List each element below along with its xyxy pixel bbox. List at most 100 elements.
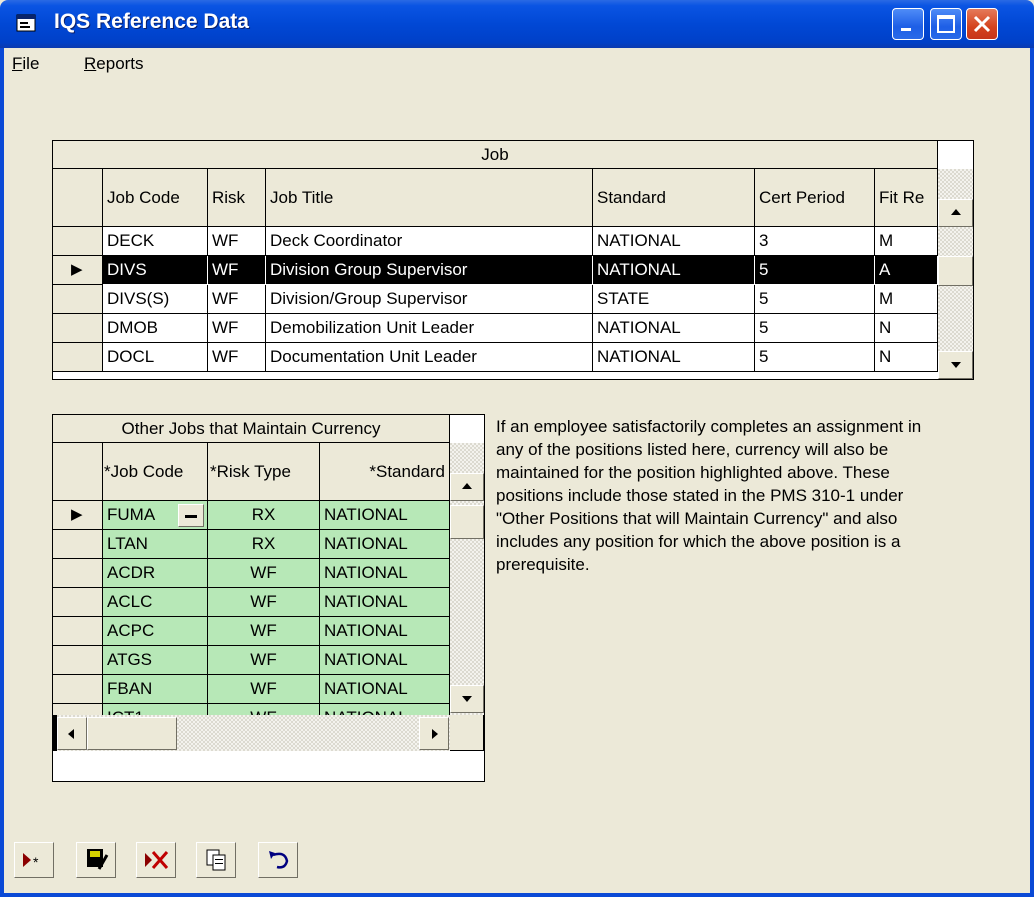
row-selector[interactable] bbox=[53, 530, 103, 559]
save-edit-button[interactable] bbox=[76, 842, 116, 878]
table-cell[interactable]: WF bbox=[208, 285, 266, 314]
column-header[interactable]: Job Title bbox=[266, 169, 593, 227]
maximize-button[interactable] bbox=[930, 8, 962, 40]
column-header[interactable]: Job Code bbox=[103, 169, 208, 227]
row-selector[interactable] bbox=[53, 675, 103, 704]
table-cell[interactable]: WF bbox=[208, 314, 266, 343]
table-cell[interactable]: ATGS bbox=[103, 646, 208, 675]
table-cell[interactable]: M bbox=[875, 285, 938, 314]
table-cell[interactable]: Deck Coordinator bbox=[266, 227, 593, 256]
table-cell[interactable]: N bbox=[875, 343, 938, 372]
menu-file[interactable]: File bbox=[12, 54, 39, 74]
table-cell[interactable]: NATIONAL bbox=[593, 343, 755, 372]
table-cell[interactable]: NATIONAL bbox=[320, 617, 450, 646]
table-cell[interactable]: WF bbox=[208, 227, 266, 256]
table-cell[interactable]: WF bbox=[208, 256, 266, 285]
table-cell[interactable]: WF bbox=[208, 675, 320, 704]
column-header[interactable]: Fit Re bbox=[875, 169, 938, 227]
other-jobs-grid[interactable]: Other Jobs that Maintain Currency *Job Co… bbox=[52, 414, 485, 782]
table-cell[interactable]: 5 bbox=[755, 256, 875, 285]
table-cell[interactable]: 5 bbox=[755, 343, 875, 372]
table-cell[interactable]: LTAN bbox=[103, 530, 208, 559]
table-cell[interactable]: NATIONAL bbox=[593, 227, 755, 256]
column-header[interactable]: Standard bbox=[593, 169, 755, 227]
table-cell[interactable]: NATIONAL bbox=[593, 314, 755, 343]
table-cell[interactable]: 5 bbox=[755, 314, 875, 343]
scroll-down-button[interactable] bbox=[450, 685, 484, 713]
window-title: IQS Reference Data bbox=[54, 10, 249, 33]
table-cell[interactable]: RX bbox=[208, 530, 320, 559]
table-cell[interactable]: ACDR bbox=[103, 559, 208, 588]
column-header[interactable]: Cert Period bbox=[755, 169, 875, 227]
arrow-down-icon bbox=[950, 362, 961, 368]
column-header[interactable]: *Standard bbox=[320, 443, 450, 501]
delete-record-button[interactable] bbox=[136, 842, 176, 878]
hscroll-thumb[interactable] bbox=[87, 717, 177, 750]
undo-button[interactable] bbox=[258, 842, 298, 878]
menu-reports-label: eports bbox=[96, 54, 144, 73]
row-selector[interactable]: ▶ bbox=[53, 501, 103, 530]
table-cell[interactable]: Documentation Unit Leader bbox=[266, 343, 593, 372]
table-cell[interactable]: WF bbox=[208, 617, 320, 646]
table-cell[interactable]: NATIONAL bbox=[320, 559, 450, 588]
copy-button[interactable] bbox=[196, 842, 236, 878]
save-edit-icon bbox=[87, 849, 109, 870]
table-cell[interactable]: NATIONAL bbox=[320, 530, 450, 559]
table-cell[interactable]: WF bbox=[208, 588, 320, 617]
table-cell[interactable]: DMOB bbox=[103, 314, 208, 343]
table-cell[interactable]: STATE bbox=[593, 285, 755, 314]
column-header[interactable]: *Risk Type bbox=[208, 443, 320, 501]
table-cell[interactable]: WF bbox=[208, 559, 320, 588]
table-cell[interactable]: ACLC bbox=[103, 588, 208, 617]
row-selector[interactable] bbox=[53, 314, 103, 343]
table-cell[interactable]: DOCL bbox=[103, 343, 208, 372]
arrow-up-icon bbox=[950, 209, 961, 215]
row-selector[interactable] bbox=[53, 588, 103, 617]
scroll-thumb[interactable] bbox=[938, 256, 973, 286]
scroll-left-button[interactable] bbox=[57, 717, 87, 750]
table-cell[interactable]: FBAN bbox=[103, 675, 208, 704]
table-cell[interactable]: WF bbox=[208, 343, 266, 372]
menu-file-accel: F bbox=[12, 54, 23, 73]
job-grid[interactable]: Job Job Code Risk Job Title Standard Cert Per… bbox=[52, 140, 974, 380]
row-selector[interactable]: ▶ bbox=[53, 256, 103, 285]
table-cell[interactable]: NATIONAL bbox=[320, 588, 450, 617]
row-selector[interactable] bbox=[53, 285, 103, 314]
title-bar[interactable]: IQS Reference Data bbox=[0, 0, 1034, 48]
row-selector[interactable] bbox=[53, 559, 103, 588]
table-cell[interactable]: RX bbox=[208, 501, 320, 530]
table-cell[interactable]: 5 bbox=[755, 285, 875, 314]
table-cell[interactable]: NATIONAL bbox=[320, 675, 450, 704]
table-cell[interactable]: 3 bbox=[755, 227, 875, 256]
scroll-down-button[interactable] bbox=[938, 351, 973, 379]
table-cell[interactable]: NATIONAL bbox=[320, 646, 450, 675]
close-button[interactable] bbox=[966, 8, 998, 40]
new-record-button[interactable]: * bbox=[14, 842, 54, 878]
row-selector[interactable] bbox=[53, 617, 103, 646]
scroll-thumb[interactable] bbox=[450, 505, 484, 539]
table-cell[interactable]: DIVS(S) bbox=[103, 285, 208, 314]
table-cell[interactable]: A bbox=[875, 256, 938, 285]
table-cell[interactable]: DIVS bbox=[103, 256, 208, 285]
minimize-button[interactable] bbox=[892, 8, 924, 40]
row-selector[interactable] bbox=[53, 646, 103, 675]
table-cell[interactable]: NATIONAL bbox=[593, 256, 755, 285]
table-cell[interactable]: N bbox=[875, 314, 938, 343]
table-cell[interactable]: M bbox=[875, 227, 938, 256]
scroll-right-button[interactable] bbox=[419, 717, 449, 750]
table-cell[interactable]: Division Group Supervisor bbox=[266, 256, 593, 285]
table-cell[interactable]: Demobilization Unit Leader bbox=[266, 314, 593, 343]
table-cell[interactable]: DECK bbox=[103, 227, 208, 256]
scroll-up-button[interactable] bbox=[450, 473, 484, 501]
table-cell[interactable]: WF bbox=[208, 646, 320, 675]
table-cell[interactable]: ACPC bbox=[103, 617, 208, 646]
table-cell[interactable]: NATIONAL bbox=[320, 501, 450, 530]
job-code-dropdown-button[interactable] bbox=[178, 504, 204, 527]
column-header[interactable]: *Job Code bbox=[103, 443, 208, 501]
column-header[interactable]: Risk bbox=[208, 169, 266, 227]
scroll-up-button[interactable] bbox=[938, 199, 973, 227]
row-selector[interactable] bbox=[53, 227, 103, 256]
table-cell[interactable]: Division/Group Supervisor bbox=[266, 285, 593, 314]
menu-reports[interactable]: Reports bbox=[84, 54, 144, 74]
row-selector[interactable] bbox=[53, 343, 103, 372]
